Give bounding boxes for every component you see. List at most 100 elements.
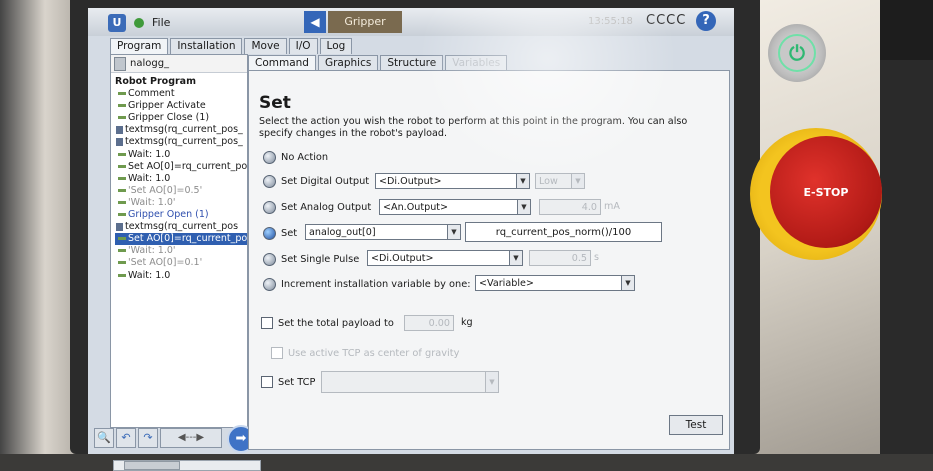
- pulse-value-field[interactable]: 0.5: [529, 250, 591, 266]
- tree-node-label: textmsg(rq_current_pos_: [125, 124, 243, 136]
- set-expression-field[interactable]: rq_current_pos_norm()/100: [465, 222, 662, 242]
- pulse-output-select[interactable]: <Di.Output> ▼: [367, 250, 523, 266]
- tree-horizontal-scrollbar[interactable]: [113, 460, 261, 471]
- radio-no-action[interactable]: [263, 151, 276, 164]
- help-icon[interactable]: ?: [696, 11, 716, 31]
- option-analog-output[interactable]: Set Analog Output: [263, 201, 371, 214]
- chevron-down-icon: ▼: [571, 174, 584, 188]
- tcp-select[interactable]: ▼: [321, 371, 499, 393]
- move-arrows-icon[interactable]: ◀---▶: [160, 428, 222, 448]
- select-value: <Variable>: [479, 278, 534, 289]
- tab-log[interactable]: Log: [319, 38, 353, 54]
- keyboard: [880, 0, 933, 60]
- tree-node[interactable]: textmsg(rq_current_pos_: [115, 136, 247, 148]
- tab-command[interactable]: Command: [248, 55, 316, 71]
- search-icon[interactable]: 🔍: [94, 428, 114, 448]
- set-command-panel: Set Select the action you wish the robot…: [248, 70, 730, 450]
- label-analog-output: Set Analog Output: [281, 202, 372, 213]
- file-icon: [114, 56, 126, 71]
- tab-move[interactable]: Move: [244, 38, 287, 54]
- payload-row: Set the total payload to: [261, 317, 394, 329]
- desk-background: [880, 0, 933, 454]
- tree-node[interactable]: Wait: 1.0: [115, 173, 247, 185]
- payload-label: Set the total payload to: [278, 317, 394, 329]
- node-icon: [118, 188, 126, 192]
- tree-node[interactable]: 'Set AO[0]=0.1': [115, 257, 247, 269]
- tab-graphics[interactable]: Graphics: [317, 55, 379, 71]
- analog-output-select[interactable]: <An.Output> ▼: [379, 199, 531, 215]
- select-value: analog_out[0]: [309, 227, 376, 238]
- touch-screen: U File ◀ Gripper 13:55:18 CCCC ? Program…: [88, 8, 734, 471]
- analog-value-field[interactable]: 4.0: [539, 199, 601, 215]
- tree-node[interactable]: Gripper Close (1): [115, 112, 247, 124]
- tree-node[interactable]: Gripper Activate: [115, 100, 247, 112]
- radio-digital-output[interactable]: [263, 175, 276, 188]
- title-bar: U File ◀ Gripper 13:55:18 CCCC ?: [88, 8, 734, 36]
- chevron-down-icon: ▼: [509, 251, 522, 265]
- tab-structure[interactable]: Structure: [380, 55, 444, 71]
- chevron-down-icon: ▼: [447, 225, 460, 239]
- tree-node-label: 'Wait: 1.0': [128, 196, 176, 208]
- tree-node[interactable]: Gripper Open (1): [115, 209, 247, 221]
- scrollbar-thumb[interactable]: [124, 461, 180, 470]
- node-icon: [118, 273, 126, 277]
- tab-variables[interactable]: Variables: [445, 55, 508, 71]
- select-value: <Di.Output>: [371, 253, 434, 264]
- tab-program[interactable]: Program: [110, 38, 169, 54]
- page-title: Gripper: [328, 11, 402, 33]
- set-tcp-checkbox[interactable]: [261, 376, 273, 388]
- tree-node-label: 'Set AO[0]=0.5': [128, 184, 203, 196]
- tcp-cog-checkbox[interactable]: [271, 347, 283, 359]
- chevron-down-icon: ▼: [517, 200, 530, 214]
- tree-node[interactable]: Set AO[0]=rq_current_po: [115, 161, 247, 173]
- tree-node[interactable]: Set AO[0]=rq_current_po: [115, 233, 247, 246]
- radio-set[interactable]: [263, 227, 276, 240]
- radio-increment[interactable]: [263, 278, 276, 291]
- tab-io[interactable]: I/O: [288, 38, 318, 54]
- tree-node[interactable]: 'Wait: 1.0': [115, 197, 247, 209]
- payload-value-field[interactable]: 0.00: [404, 315, 454, 331]
- node-icon: [118, 104, 126, 108]
- tree-node[interactable]: 'Wait: 1.0': [115, 245, 247, 257]
- set-variable-select[interactable]: analog_out[0] ▼: [305, 224, 461, 240]
- tree-node[interactable]: Wait: 1.0: [115, 149, 247, 161]
- node-icon: [118, 164, 126, 168]
- tree-node[interactable]: textmsg(rq_current_pos: [115, 221, 247, 233]
- file-menu[interactable]: File: [152, 16, 170, 29]
- payload-checkbox[interactable]: [261, 317, 273, 329]
- tree-node[interactable]: Wait: 1.0: [115, 270, 247, 282]
- option-single-pulse[interactable]: Set Single Pulse: [263, 253, 359, 266]
- radio-single-pulse[interactable]: [263, 253, 276, 266]
- option-no-action[interactable]: No Action: [263, 151, 328, 164]
- node-icon: [118, 176, 126, 180]
- set-tcp-row: Set TCP: [261, 376, 315, 388]
- back-arrow-icon[interactable]: ◀: [304, 11, 326, 33]
- option-digital-output[interactable]: Set Digital Output: [263, 175, 369, 188]
- set-tcp-label: Set TCP: [278, 376, 316, 388]
- node-icon: [118, 152, 126, 156]
- tree-toolbar: 🔍 ↶ ↷ ◀---▶: [94, 428, 222, 448]
- undo-icon[interactable]: ↶: [116, 428, 136, 448]
- node-icon: [118, 116, 126, 120]
- ur-logo-icon[interactable]: U: [108, 14, 126, 32]
- status-dot-icon: [134, 18, 144, 28]
- estop-button[interactable]: E-STOP: [770, 136, 882, 248]
- option-set[interactable]: Set: [263, 227, 297, 240]
- variable-select[interactable]: <Variable> ▼: [475, 275, 635, 291]
- option-increment[interactable]: Increment installation variable by one:: [263, 278, 471, 291]
- tcp-cog-label: Use active TCP as center of gravity: [288, 347, 460, 359]
- tree-node[interactable]: Comment: [115, 88, 247, 100]
- test-button[interactable]: Test: [669, 415, 723, 435]
- tree-node-label: Wait: 1.0: [128, 172, 171, 184]
- redo-icon[interactable]: ↷: [138, 428, 158, 448]
- power-button[interactable]: ⏻: [768, 24, 826, 82]
- tree-node[interactable]: 'Set AO[0]=0.5': [115, 185, 247, 197]
- digital-value-select[interactable]: Low ▼: [535, 173, 585, 189]
- tab-installation[interactable]: Installation: [170, 38, 243, 54]
- tree-node-label: textmsg(rq_current_pos_: [125, 136, 243, 148]
- radio-analog-output[interactable]: [263, 201, 276, 214]
- tree-node[interactable]: Robot Program: [115, 76, 247, 88]
- digital-output-select[interactable]: <Di.Output> ▼: [375, 173, 530, 189]
- tree-node-label: Gripper Close (1): [128, 112, 210, 124]
- tree-node[interactable]: textmsg(rq_current_pos_: [115, 124, 247, 136]
